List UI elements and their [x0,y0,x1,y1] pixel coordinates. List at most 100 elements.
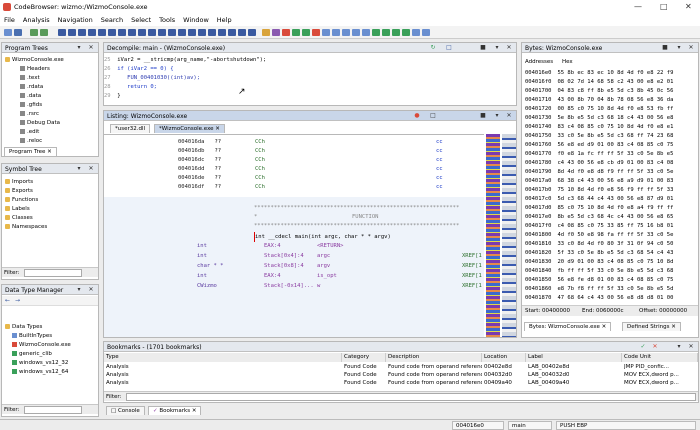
nav-icon-11[interactable] [158,29,166,36]
forward-arrow-icon[interactable]: → [15,297,20,304]
tool-icon-12[interactable] [382,29,390,36]
menu-file[interactable]: File [0,14,19,26]
nav-icon-16[interactable] [208,29,216,36]
save-icon[interactable] [14,29,22,36]
tab-close-icon[interactable]: ✕ [602,324,607,330]
tree-item-namespaces[interactable]: Namespaces [5,224,47,232]
nav-icon-8[interactable] [128,29,136,36]
tree-item-labels[interactable]: Labels [5,206,30,214]
hex-row[interactable]: 00401760 56 e8 ed d9 01 00 83 c4 08 85 c0… [522,142,673,151]
nav-icon-12[interactable] [168,29,176,36]
nav-icon-18[interactable] [228,29,236,36]
tool-icon-14[interactable] [402,29,410,36]
function-signature[interactable]: int __cdecl main(int argc, char * * argv… [255,234,391,242]
minimize-button[interactable]: — [634,2,642,11]
nav-icon-15[interactable] [198,29,206,36]
col-category[interactable]: Category [342,353,386,362]
back-icon[interactable] [30,29,38,36]
refresh-icon[interactable]: ↻ [430,45,436,51]
tree-item[interactable]: .reloc [20,138,42,146]
listing-tool-icon[interactable]: □ [430,113,436,119]
tree-item[interactable]: .edit [20,129,39,137]
param-xref[interactable]: XREF[1 [462,263,482,271]
tab-close-icon[interactable]: ✕ [671,324,676,330]
tree-item[interactable]: .rdata [20,84,43,92]
hex-row[interactable]: 004016e0 55 8b ec 83 ec 10 8d 4d f0 e8 22… [522,70,673,79]
panel-menu-icon[interactable]: ▾ [494,113,500,119]
tree-item[interactable]: .gfids [20,102,42,110]
param-xref[interactable]: XREF[1 [462,283,482,291]
table-row[interactable]: Analysis Found Code Found code from oper… [104,379,698,387]
tree-item[interactable]: Debug Data [20,120,60,128]
hex-row[interactable]: 004017b0 75 10 8d 4d f0 e8 56 f9 ff ff 5f… [522,187,673,196]
menu-tools[interactable]: Tools [155,14,179,26]
menu-select[interactable]: Select [127,14,155,26]
tree-item[interactable]: generic_clib [12,351,52,359]
hex-row[interactable]: 004017f0 c4 08 85 c0 75 33 85 ff 75 16 b8… [522,223,673,232]
table-row[interactable]: Analysis Found Code Found code from oper… [104,363,698,371]
tool-icon-16[interactable] [422,29,430,36]
menu-window[interactable]: Window [179,14,213,26]
tree-item[interactable]: .text [20,75,40,83]
panel-close-icon[interactable]: ✕ [688,344,694,350]
hex-row[interactable]: 00401800 4d f0 50 e8 98 fa ff ff 5f 33 c0… [522,232,673,241]
tool-icon-6[interactable] [312,29,320,36]
dtm-filter-input[interactable] [24,406,82,414]
hex-row[interactable]: 00401870 47 68 64 c4 43 00 56 e8 d8 d8 01… [522,295,673,304]
nav-icon-3[interactable] [78,29,86,36]
panel-menu-icon[interactable]: ▾ [676,344,682,350]
nav-icon-7[interactable] [118,29,126,36]
nav-icon-20[interactable] [248,29,256,36]
tab-close-icon[interactable]: ✕ [192,408,197,414]
tab-user32[interactable]: *user32.dll [110,124,151,133]
nav-icon-19[interactable] [238,29,246,36]
tree-item-exports[interactable]: Exports [5,188,33,196]
tool-icon-8[interactable] [332,29,340,36]
tab-wizmoconsole[interactable]: *WizmoConsole.exe ✕ [154,124,225,133]
tree-item[interactable]: windows_vs12_32 [12,360,68,368]
open-icon[interactable] [4,29,12,36]
add-bookmark-icon[interactable]: ✓ [640,344,646,350]
tree-item[interactable]: .data [20,93,41,101]
panel-close-icon[interactable]: ✕ [88,166,94,172]
hex-row[interactable]: 00401820 5f 33 c0 5e 8b e5 5d c3 68 54 c4… [522,250,673,259]
tool-icon-7[interactable] [322,29,330,36]
hex-row[interactable]: 00401810 33 c0 8d 4d f0 80 3f 31 0f 94 c0… [522,241,673,250]
col-type[interactable]: Type [104,353,342,362]
listing-content[interactable]: 004016da ?? CCh cc 004016db ?? CCh cc 00… [104,134,484,337]
tree-item[interactable]: BuiltInTypes [12,333,52,341]
tab-close-icon[interactable]: ✕ [47,149,52,155]
tool-icon-9[interactable] [342,29,350,36]
delete-bookmark-icon[interactable]: ✕ [652,344,658,350]
back-arrow-icon[interactable]: ← [5,297,10,304]
tree-item-imports[interactable]: Imports [5,179,33,187]
panel-menu-icon[interactable]: ▾ [494,45,500,51]
hex-row[interactable]: 004016f0 08 02 7d 14 68 58 c2 43 00 e8 e2… [522,79,673,88]
tab-defined-strings[interactable]: Defined Strings ✕ [622,322,681,331]
tree-item[interactable]: Data Types [5,324,42,332]
copy-icon[interactable]: □ [446,45,452,51]
decompile-code[interactable]: 25 iVar2 = __stricmp(arg_name,"-abortshu… [104,55,516,105]
nav-icon-9[interactable] [138,29,146,36]
bytes-content[interactable]: 004016e0 55 8b ec 83 ec 10 8d 4d f0 e8 22… [522,70,698,304]
tool-icon-2[interactable] [272,29,280,36]
stop-icon[interactable]: ● [414,113,420,119]
hex-row[interactable]: 00401780 c4 43 00 56 e8 cb d9 01 00 83 c4… [522,160,673,169]
col-label[interactable]: Label [526,353,622,362]
nav-icon-2[interactable] [68,29,76,36]
col-code-unit[interactable]: Code Unit [622,353,698,362]
hex-row[interactable]: 00401710 43 00 8b 70 04 8b 78 08 56 e8 36… [522,97,673,106]
panel-menu-icon[interactable]: ▾ [76,287,82,293]
tree-item-functions[interactable]: Functions [5,197,38,205]
panel-menu-icon[interactable]: ▾ [76,45,82,51]
tool-icon-4[interactable] [292,29,300,36]
snapshot-icon[interactable]: ■ [480,113,486,119]
tree-item[interactable]: windows_vs12_64 [12,369,68,377]
panel-close-icon[interactable]: ✕ [688,45,694,51]
hex-row[interactable]: 00401840 fb ff ff 5f 33 c0 5e 8b e5 5d c3… [522,268,673,277]
tool-icon-11[interactable] [362,29,370,36]
overview-bar-1[interactable] [486,134,500,337]
tree-item-classes[interactable]: Classes [5,215,33,223]
panel-close-icon[interactable]: ✕ [88,45,94,51]
tree-item[interactable]: .rsrc [20,111,39,119]
